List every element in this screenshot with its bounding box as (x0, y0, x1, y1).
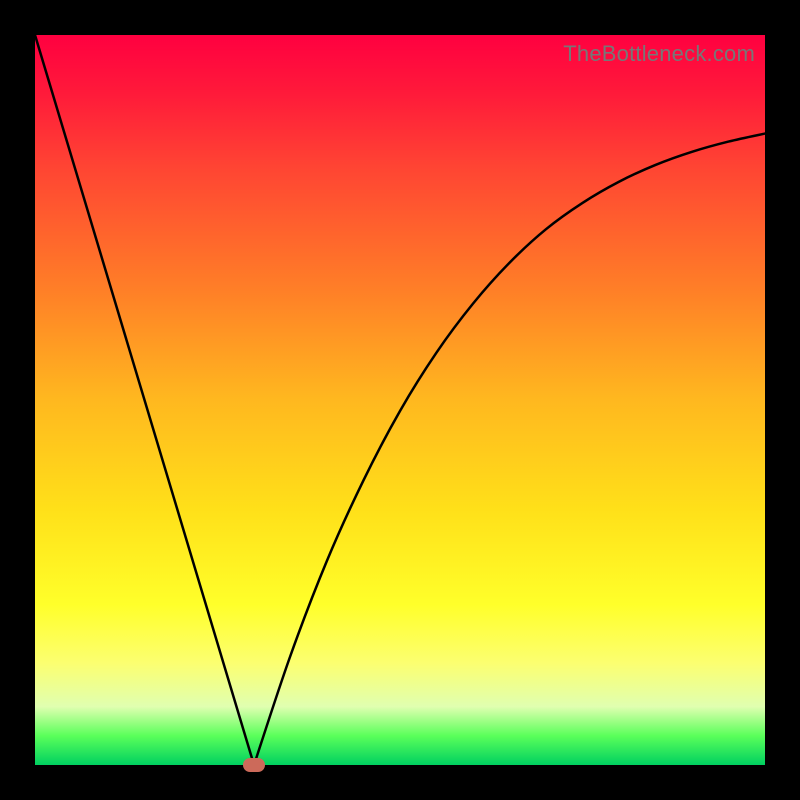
chart-area: TheBottleneck.com (35, 35, 765, 765)
bottleneck-curve (35, 35, 765, 765)
curve-path (35, 35, 765, 765)
optimum-marker (243, 758, 265, 772)
